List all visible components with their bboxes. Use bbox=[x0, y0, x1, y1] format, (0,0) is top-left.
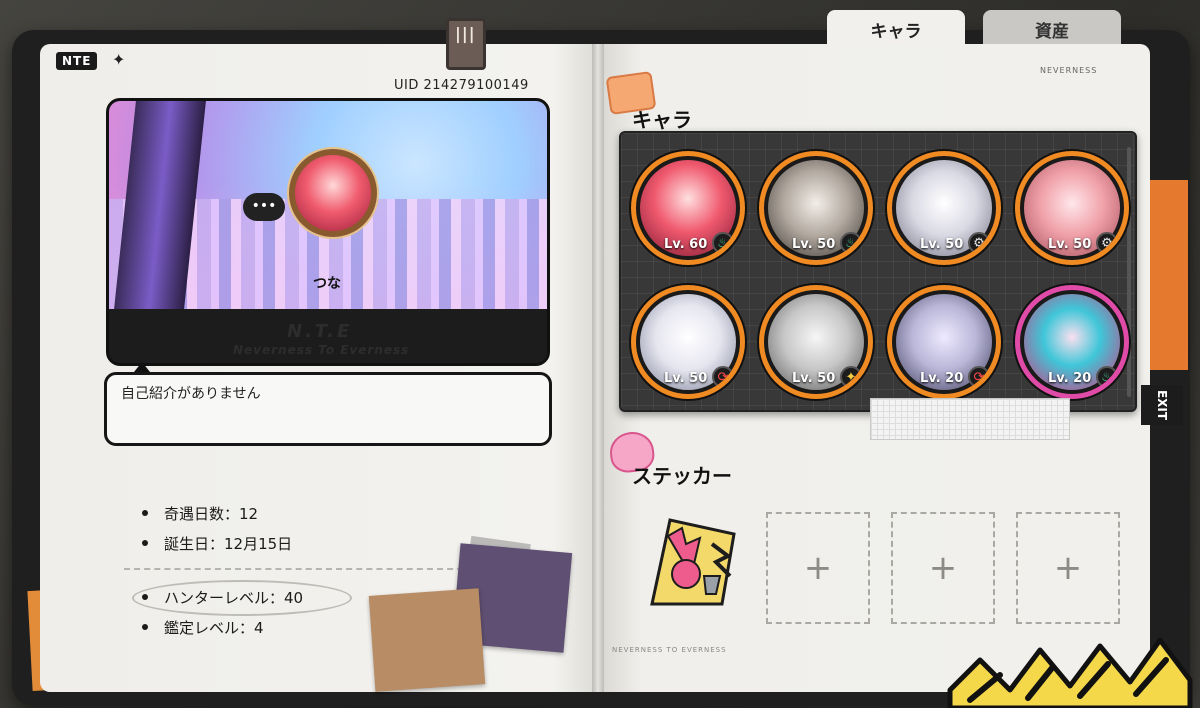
bullet-icon bbox=[142, 510, 148, 516]
user-id: UID 214279100149 bbox=[394, 78, 529, 93]
bullet-icon bbox=[142, 594, 148, 600]
cat-sticker[interactable] bbox=[642, 516, 742, 608]
stat-hunter-level: ハンターレベル：40 bbox=[142, 582, 303, 612]
character-level: Lv. 50 bbox=[664, 371, 708, 386]
profile-levels: ハンターレベル：40 鑑定レベル：4 bbox=[142, 582, 303, 642]
sticker-slot-empty[interactable]: + bbox=[891, 512, 995, 624]
chat-bubble-icon: ••• bbox=[243, 193, 285, 221]
cycle-icon: ⟳ bbox=[712, 366, 734, 388]
stat-appraisal-level: 鑑定レベル：4 bbox=[142, 612, 303, 642]
character-slot[interactable]: Lv. 60 ♨ bbox=[631, 151, 745, 265]
stat-label: 奇遇日数：12 bbox=[164, 504, 259, 523]
character-level: Lv. 50 bbox=[1048, 237, 1092, 252]
gear-icon: ⚙ bbox=[968, 232, 990, 254]
profile-avatar[interactable] bbox=[289, 149, 377, 237]
footer-text-left: NEVERNESS TO EVERNESS bbox=[612, 646, 727, 654]
sticker-slot-empty[interactable]: + bbox=[1016, 512, 1120, 624]
water-drop-icon: ♨ bbox=[712, 232, 734, 254]
character-slot[interactable]: Lv. 50 ⚙ bbox=[887, 151, 1001, 265]
character-level: Lv. 20 bbox=[1048, 371, 1092, 386]
character-slot[interactable]: Lv. 50 ✦ bbox=[759, 285, 873, 399]
stat-encounter-days: 奇遇日数：12 bbox=[142, 498, 292, 528]
card-watermark-sub: Neverness To Everness bbox=[233, 343, 410, 357]
grid-paper-scrap bbox=[870, 398, 1070, 440]
character-slot[interactable]: Lv. 50 ⚙ bbox=[1015, 151, 1129, 265]
character-level: Lv. 50 bbox=[792, 237, 836, 252]
character-level: Lv. 50 bbox=[920, 237, 964, 252]
stat-label: 鑑定レベル：4 bbox=[164, 618, 264, 637]
bullet-icon bbox=[142, 540, 148, 546]
character-grid: Lv. 60 ♨ Lv. 50 ♨ Lv. 50 ⚙ Lv. 50 ⚙ Lv. … bbox=[631, 151, 1129, 399]
card-watermark: N.T.E bbox=[287, 321, 353, 342]
character-panel: Lv. 60 ♨ Lv. 50 ♨ Lv. 50 ⚙ Lv. 50 ⚙ Lv. … bbox=[619, 131, 1137, 412]
exit-sticker: EXIT bbox=[1141, 385, 1183, 425]
character-slot[interactable]: Lv. 20 ♨ bbox=[1015, 285, 1129, 399]
gear-icon: ⚙ bbox=[1096, 232, 1118, 254]
character-slot[interactable]: Lv. 50 ⟳ bbox=[631, 285, 745, 399]
star-icon: ✦ bbox=[840, 366, 862, 388]
cycle-icon: ⟳ bbox=[968, 366, 990, 388]
water-drop-icon: ♨ bbox=[1096, 366, 1118, 388]
stat-birthday: 誕生日：12月15日 bbox=[142, 528, 292, 558]
characters-section-title: キャラ bbox=[632, 108, 692, 132]
card-footer: N.T.E Neverness To Everness bbox=[109, 309, 547, 363]
bullet-icon bbox=[142, 624, 148, 630]
nickname: つな bbox=[313, 276, 341, 292]
decorative-paper-strip-right bbox=[1150, 180, 1188, 370]
plus-icon: + bbox=[803, 548, 833, 588]
character-level: Lv. 50 bbox=[792, 371, 836, 386]
game-logo: NTE bbox=[56, 52, 98, 70]
bio-pointer bbox=[134, 362, 150, 372]
profile-stats: 奇遇日数：12 誕生日：12月15日 bbox=[142, 498, 292, 558]
bio-box[interactable]: 自己紹介がありません bbox=[104, 372, 552, 446]
notebook-spine bbox=[592, 44, 604, 692]
graffiti-sticker bbox=[947, 637, 1193, 708]
character-slot[interactable]: Lv. 20 ⟳ bbox=[887, 285, 1001, 399]
right-brand: NEVERNESS bbox=[1040, 66, 1098, 75]
stickers-section-title: ステッカー bbox=[632, 464, 732, 488]
water-drop-icon: ♨ bbox=[840, 232, 862, 254]
plus-icon: + bbox=[928, 548, 958, 588]
brown-sticky-note bbox=[368, 588, 486, 692]
plus-icon: + bbox=[1053, 548, 1083, 588]
character-level: Lv. 20 bbox=[920, 371, 964, 386]
tab-assets[interactable]: 資産 bbox=[983, 10, 1121, 48]
character-level: Lv. 60 bbox=[664, 237, 708, 252]
stat-label: 誕生日：12月15日 bbox=[164, 534, 293, 553]
character-slot[interactable]: Lv. 50 ♨ bbox=[759, 151, 873, 265]
tab-characters[interactable]: キャラ bbox=[827, 10, 965, 48]
clip-icon: ||| bbox=[455, 24, 476, 43]
sticker-slot-empty[interactable]: + bbox=[766, 512, 870, 624]
profile-card[interactable]: ••• つな N.T.E Neverness To Everness bbox=[106, 98, 550, 366]
stat-label: ハンターレベル：40 bbox=[164, 588, 304, 607]
sparkle-icon: ✦ bbox=[112, 50, 126, 69]
